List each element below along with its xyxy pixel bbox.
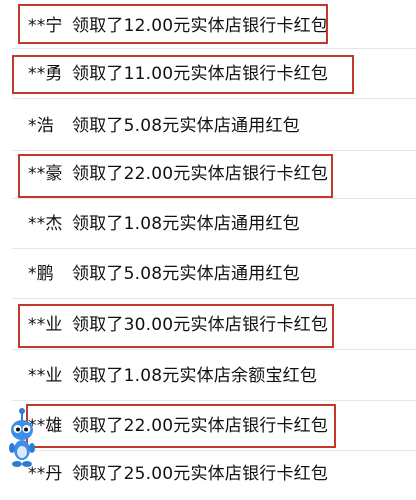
list-item: *浩 领取了5.08元实体店通用红包 (0, 102, 416, 151)
list-item: *鹏 领取了5.08元实体店通用红包 (0, 250, 416, 299)
mascot-icon (9, 408, 35, 467)
list-item: **杰 领取了1.08元实体店通用红包 (0, 200, 416, 249)
claim-message: 领取了12.00元实体店银行卡红包 (72, 16, 329, 36)
user-name: **业 (28, 315, 63, 335)
row-divider (12, 349, 416, 350)
user-name: **宁 (28, 16, 63, 36)
claim-message: 领取了25.00元实体店银行卡红包 (72, 464, 329, 484)
claim-message: 领取了11.00元实体店银行卡红包 (72, 64, 329, 84)
row-divider (12, 248, 416, 249)
list-item: **雄 领取了22.00元实体店银行卡红包 (0, 402, 416, 451)
user-name: **杰 (28, 214, 63, 234)
user-name: **豪 (28, 164, 63, 184)
claim-message: 领取了22.00元实体店银行卡红包 (72, 164, 329, 184)
claim-message: 领取了1.08元实体店通用红包 (72, 214, 300, 234)
list-item: **宁 领取了12.00元实体店银行卡红包 (0, 0, 416, 49)
claim-message: 领取了5.08元实体店通用红包 (72, 264, 300, 284)
claim-message: 领取了5.08元实体店通用红包 (72, 116, 300, 136)
row-divider (12, 400, 416, 401)
row-divider (12, 198, 416, 199)
list-item: **丹 领取了25.00元实体店银行卡红包 (0, 450, 416, 498)
row-divider (12, 48, 416, 49)
red-packet-claim-list: **宁 领取了12.00元实体店银行卡红包 **勇 领取了11.00元实体店银行卡红… (0, 0, 416, 500)
row-divider (12, 298, 416, 299)
list-item: **业 领取了30.00元实体店银行卡红包 (0, 301, 416, 350)
claim-message: 领取了30.00元实体店银行卡红包 (72, 315, 329, 335)
list-item: **业 领取了1.08元实体店余额宝红包 (0, 352, 416, 401)
user-name: *鹏 (28, 264, 54, 284)
user-name: **业 (28, 366, 63, 386)
user-name: **勇 (28, 64, 63, 84)
list-item: **豪 领取了22.00元实体店银行卡红包 (0, 150, 416, 199)
row-divider (12, 98, 416, 99)
list-item: **勇 领取了11.00元实体店银行卡红包 (0, 50, 416, 99)
claim-message: 领取了22.00元实体店银行卡红包 (72, 416, 329, 436)
user-name: *浩 (28, 116, 54, 136)
claim-message: 领取了1.08元实体店余额宝红包 (72, 366, 318, 386)
